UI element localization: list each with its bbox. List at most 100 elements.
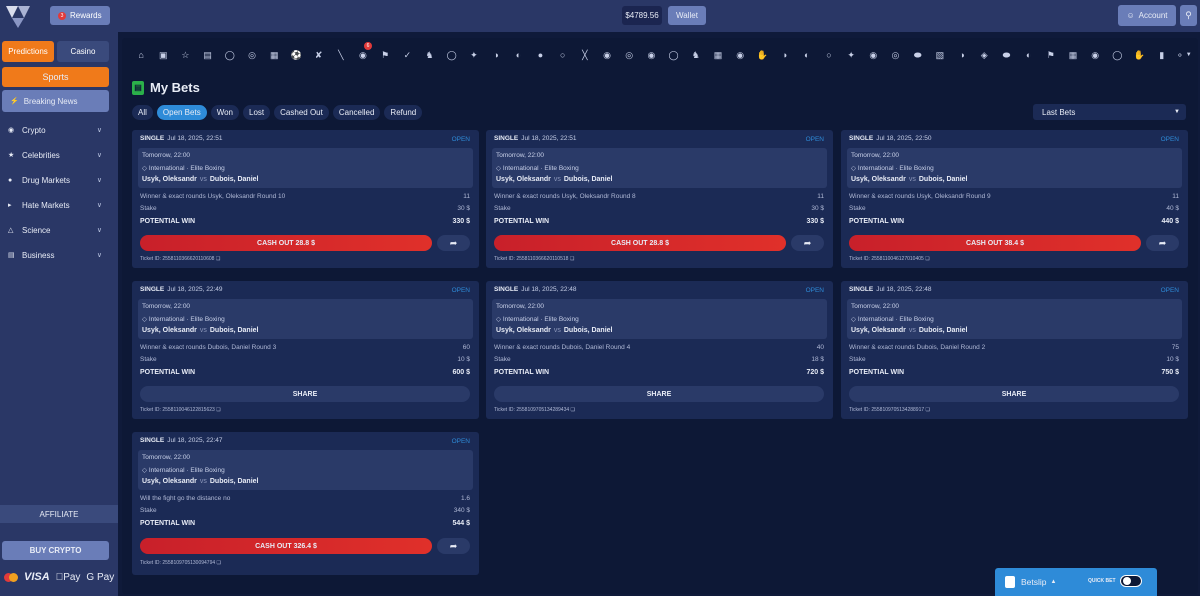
- share-button[interactable]: ➦: [791, 235, 824, 251]
- affiliate-button[interactable]: AFFILIATE: [0, 505, 118, 523]
- rewards-button[interactable]: 3 Rewards: [50, 6, 110, 25]
- cash-out-button[interactable]: CASH OUT 28.8 $: [140, 235, 432, 251]
- soccer-icon[interactable]: ⚽: [285, 46, 307, 64]
- filter-lost[interactable]: Lost: [243, 105, 271, 120]
- copy-icon[interactable]: ❏: [925, 256, 929, 262]
- table-tennis-icon[interactable]: ○: [552, 46, 574, 64]
- home-icon[interactable]: ⌂: [130, 46, 152, 64]
- share-button[interactable]: SHARE: [849, 386, 1179, 402]
- football-icon[interactable]: ◉: [640, 46, 662, 64]
- buy-crypto-button[interactable]: BUY CRYPTO: [2, 541, 109, 560]
- copy-icon[interactable]: ❏: [571, 407, 575, 413]
- filter-cancelled[interactable]: Cancelled: [332, 105, 381, 120]
- event-box[interactable]: Tomorrow, 22:00 ◇ International · Elite …: [138, 450, 473, 490]
- sport-icon-e[interactable]: ◉: [862, 46, 884, 64]
- breaking-news-button[interactable]: ⚡ Breaking News: [2, 90, 109, 112]
- copy-icon[interactable]: ❏: [216, 407, 220, 413]
- filter-all[interactable]: All: [132, 105, 153, 120]
- golf-icon[interactable]: ⚑: [374, 46, 396, 64]
- fist-icon[interactable]: ✋: [1128, 46, 1150, 64]
- racket-icon[interactable]: ⚬ ▼: [1173, 46, 1195, 64]
- gloves-icon[interactable]: ✋: [751, 46, 773, 64]
- my-bets-icon[interactable]: ▤: [197, 46, 219, 64]
- copy-icon[interactable]: ❏: [570, 256, 574, 262]
- cricket-icon[interactable]: ╲: [330, 46, 352, 64]
- sidebar-item-hate-markets[interactable]: ▸ Hate Markets ∨: [8, 198, 104, 212]
- boxing-icon[interactable]: ◉ 6: [352, 42, 374, 64]
- quick-bet-toggle[interactable]: [1120, 575, 1142, 587]
- sport-icon-j[interactable]: ◉: [1084, 46, 1106, 64]
- sport-icon-g[interactable]: ▧: [929, 46, 951, 64]
- shuttle-icon[interactable]: ✦: [840, 46, 862, 64]
- event-box[interactable]: Tomorrow, 22:00 ◇ International · Elite …: [138, 148, 473, 188]
- bottle-icon[interactable]: ▮: [1151, 46, 1173, 64]
- sport-icon-c[interactable]: ◐: [796, 46, 818, 64]
- flag-icon[interactable]: ⚑: [1040, 46, 1062, 64]
- basketball-icon[interactable]: ◎: [241, 46, 263, 64]
- copy-icon[interactable]: ❏: [216, 256, 220, 262]
- event-box[interactable]: Tomorrow, 22:00 ◇ International · Elite …: [492, 299, 827, 339]
- mma-icon[interactable]: ▦: [263, 46, 285, 64]
- badminton-icon[interactable]: ✦: [463, 46, 485, 64]
- filter-refund[interactable]: Refund: [384, 105, 423, 120]
- live-icon[interactable]: ▣: [152, 46, 174, 64]
- event-box[interactable]: Tomorrow, 22:00 ◇ International · Elite …: [847, 299, 1182, 339]
- tab-predictions[interactable]: Predictions: [2, 41, 54, 62]
- sport-icon-f[interactable]: ◎: [884, 46, 906, 64]
- sidebar-item-business[interactable]: ▤ Business ∨: [8, 248, 104, 262]
- baseball-icon[interactable]: ◯: [663, 46, 685, 64]
- event-box[interactable]: Tomorrow, 22:00 ◇ International · Elite …: [847, 148, 1182, 188]
- sidebar-item-celebrities[interactable]: ★ Celebrities ∨: [8, 148, 104, 162]
- hockey-icon[interactable]: ╳: [574, 46, 596, 64]
- share-button[interactable]: ➦: [1146, 235, 1179, 251]
- sport-icon-d[interactable]: ○: [818, 46, 840, 64]
- skating-icon[interactable]: ◈: [973, 46, 995, 64]
- sport-icon-h[interactable]: ◐: [1018, 46, 1040, 64]
- wallet-button[interactable]: Wallet: [668, 6, 706, 25]
- aussie-rules-icon[interactable]: ⬬: [907, 46, 929, 64]
- cycling-icon[interactable]: ◎: [618, 46, 640, 64]
- logo-icon[interactable]: [4, 2, 32, 30]
- share-button[interactable]: SHARE: [494, 386, 824, 402]
- filter-won[interactable]: Won: [210, 105, 240, 120]
- sports-button[interactable]: Sports: [2, 67, 109, 87]
- share-button[interactable]: ➦: [437, 538, 470, 554]
- tennis-icon[interactable]: ◯: [441, 46, 463, 64]
- cash-out-button[interactable]: CASH OUT 28.8 $: [494, 235, 786, 251]
- cash-out-button[interactable]: CASH OUT 326.4 $: [140, 538, 432, 554]
- copy-icon[interactable]: ❏: [217, 560, 221, 566]
- sidebar-item-crypto[interactable]: ◉ Crypto ∨: [8, 123, 104, 137]
- share-button[interactable]: ➦: [437, 235, 470, 251]
- volleyball-icon[interactable]: ◐: [507, 46, 529, 64]
- sidebar-item-science[interactable]: △ Science ∨: [8, 223, 104, 237]
- favorites-star-icon[interactable]: ☆: [174, 46, 196, 64]
- event-box[interactable]: Tomorrow, 22:00 ◇ International · Elite …: [492, 148, 827, 188]
- event-box[interactable]: Tomorrow, 22:00 ◇ International · Elite …: [138, 299, 473, 339]
- sport-icon[interactable]: ◯: [219, 46, 241, 64]
- american-football-icon[interactable]: ⬬: [995, 46, 1017, 64]
- last-bets-dropdown[interactable]: Last Bets ▼: [1033, 104, 1186, 120]
- handball-icon[interactable]: ◑: [485, 46, 507, 64]
- share-button[interactable]: SHARE: [140, 386, 470, 402]
- sport-icon-b[interactable]: ◑: [773, 46, 795, 64]
- search-button[interactable]: ⚲: [1180, 5, 1197, 26]
- f1-icon[interactable]: ▦: [707, 46, 729, 64]
- sidebar-item-drug-markets[interactable]: ● Drug Markets ∨: [8, 173, 104, 187]
- snooker-icon[interactable]: ●: [529, 46, 551, 64]
- tab-casino[interactable]: Casino: [57, 41, 109, 62]
- sport-icon-i[interactable]: ▦: [1062, 46, 1084, 64]
- rugby-icon[interactable]: ◉: [596, 46, 618, 64]
- cash-out-button[interactable]: CASH OUT 38.4 $: [849, 235, 1141, 251]
- chess-icon[interactable]: ♞: [418, 46, 440, 64]
- filter-cashed-out[interactable]: Cashed Out: [274, 105, 329, 120]
- esports-icon[interactable]: ✘: [308, 46, 330, 64]
- betslip-bar[interactable]: Betslip ▲ QUICK BET: [995, 568, 1157, 596]
- waterpolo-icon[interactable]: ◉: [729, 46, 751, 64]
- account-button[interactable]: ☺ Account: [1118, 5, 1176, 26]
- horse-racing-icon[interactable]: ♞: [685, 46, 707, 64]
- darts-icon[interactable]: ✓: [396, 46, 418, 64]
- copy-icon[interactable]: ❏: [926, 407, 930, 413]
- filter-open-bets[interactable]: Open Bets: [156, 105, 207, 120]
- sport-icon-k[interactable]: ◯: [1106, 46, 1128, 64]
- surf-icon[interactable]: ◑: [951, 46, 973, 64]
